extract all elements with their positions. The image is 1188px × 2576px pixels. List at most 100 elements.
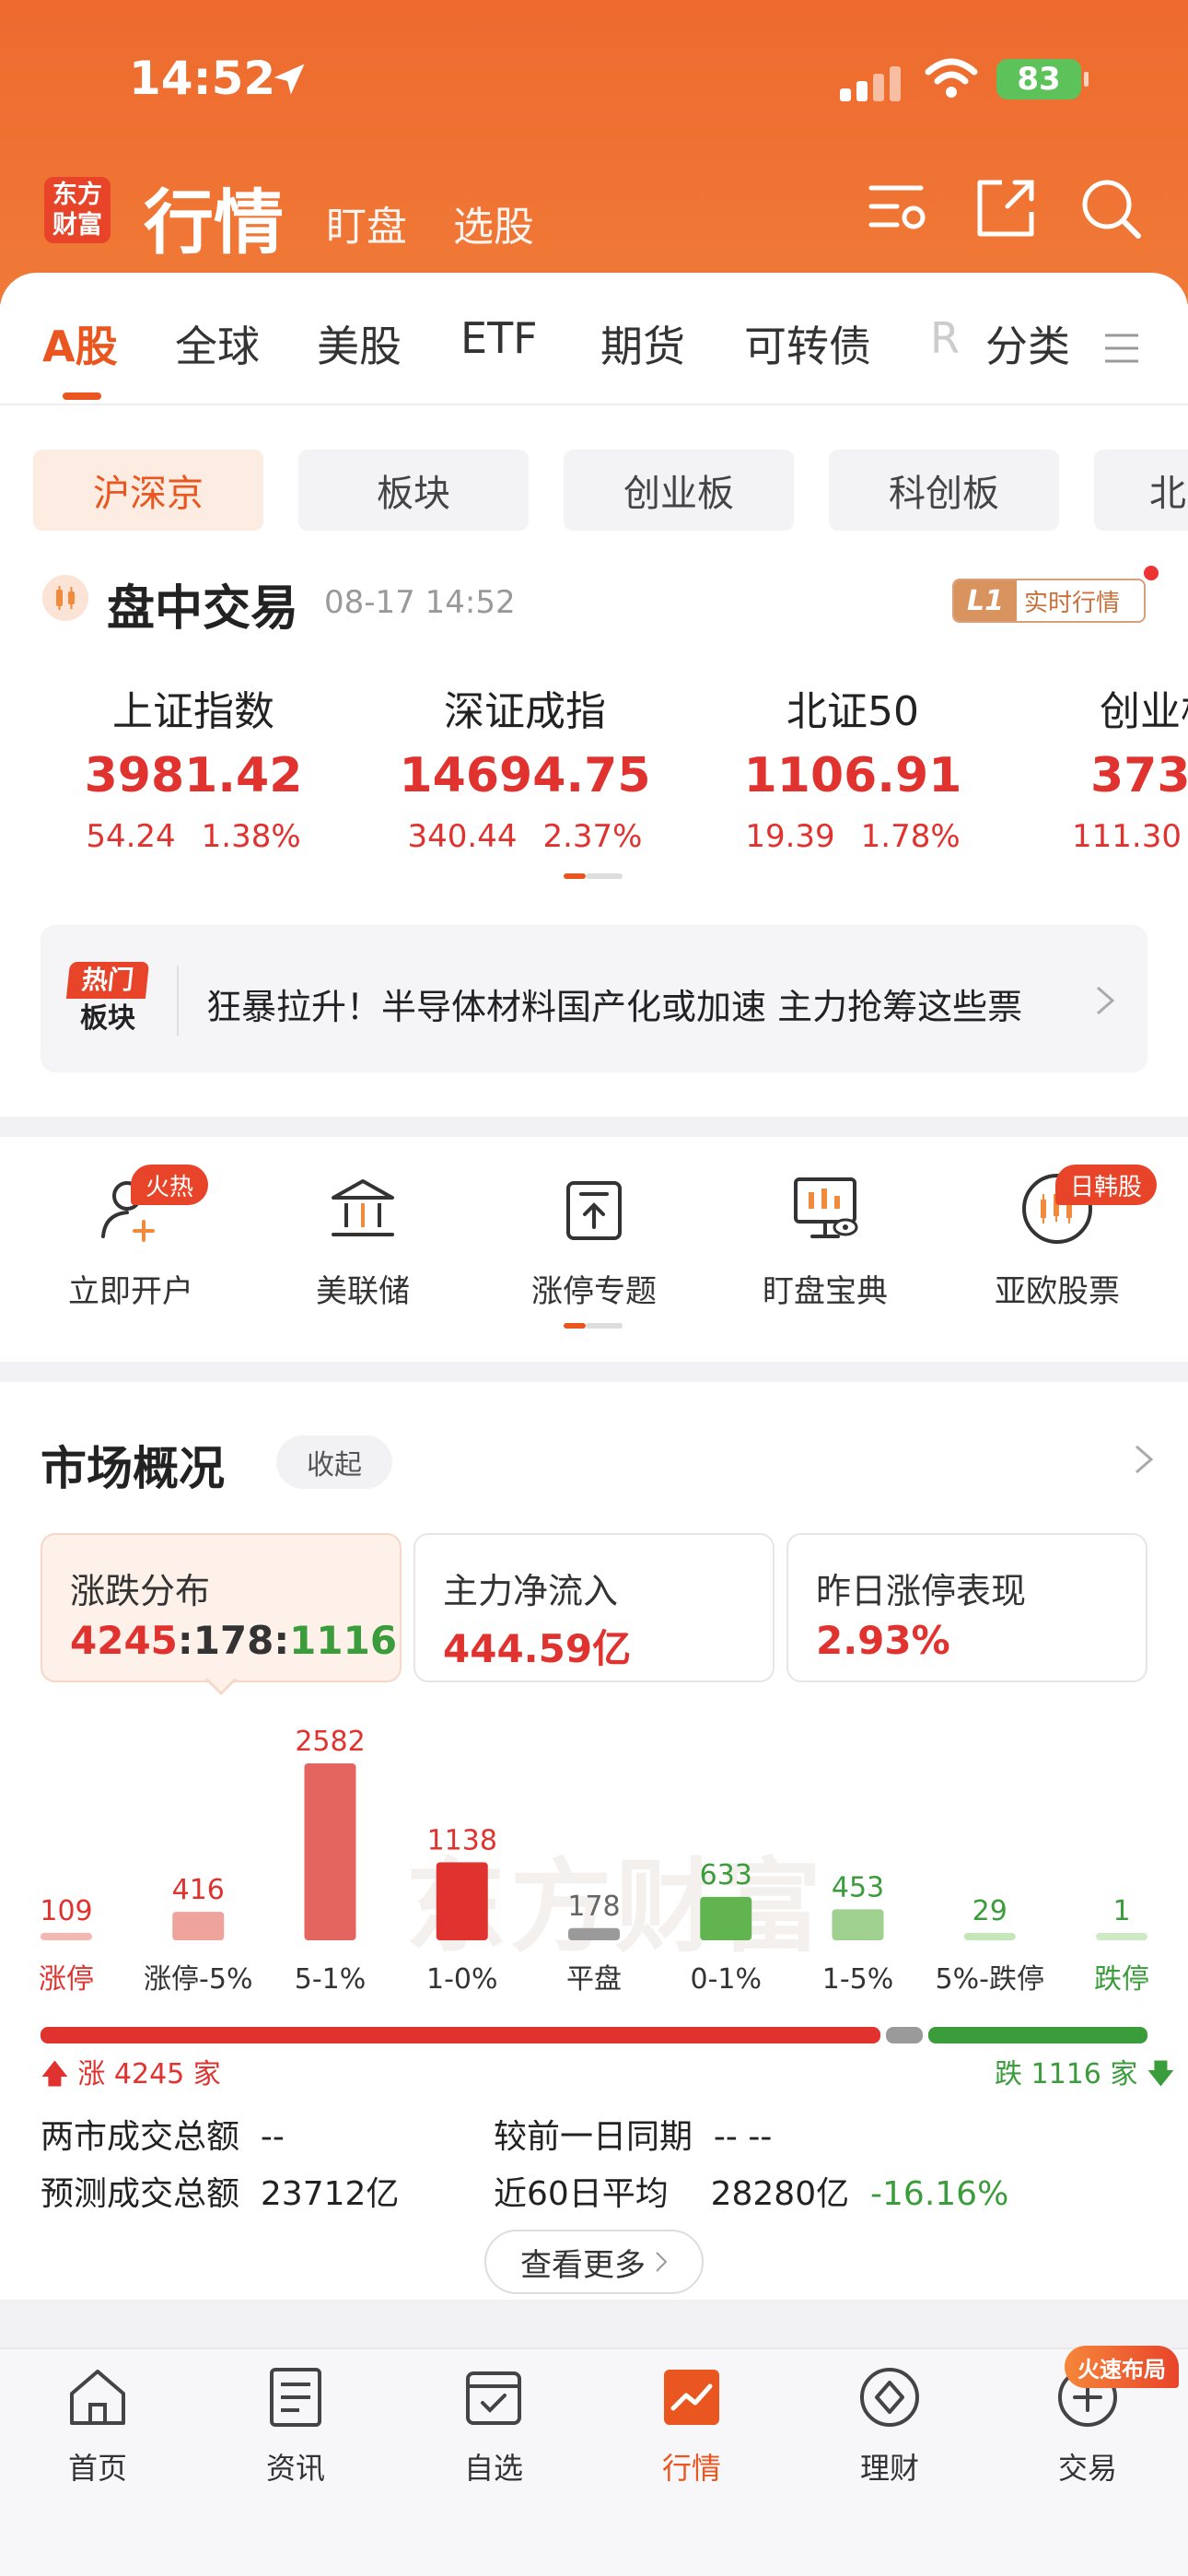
search-icon[interactable]: [1076, 173, 1146, 243]
section-gap: [0, 1362, 1188, 1382]
entry-monitor-guide[interactable]: 盯盘宝典: [724, 1170, 926, 1311]
tab-futures[interactable]: 期货: [600, 313, 685, 374]
bar-6: [832, 1909, 884, 1940]
collapse-button[interactable]: 收起: [276, 1435, 392, 1489]
volume-avg-label: 近60日平均: [494, 2175, 669, 2213]
up-count-text: 涨 4245 家: [77, 2058, 221, 2090]
stat-value: 444.59亿: [443, 1626, 632, 1671]
index-card-sse[interactable]: 上证指数 3981.42 54.24 1.38%: [46, 678, 341, 855]
nav-home[interactable]: 首页: [15, 2362, 181, 2488]
wealth-icon: [860, 2368, 919, 2427]
up-count: 4245: [70, 1618, 178, 1663]
app-logo-text: 东方财富: [52, 181, 102, 240]
chevron-right-icon[interactable]: [1133, 1441, 1155, 1478]
category-label: 5%-跌停: [936, 1963, 1044, 1996]
tab-etf[interactable]: ETF: [460, 313, 538, 363]
ratio-up-segment: [41, 2027, 880, 2043]
chip-gem[interactable]: 创业板: [564, 450, 794, 531]
bar-2: [304, 1763, 356, 1940]
entry-fed[interactable]: 美联储: [262, 1170, 464, 1311]
chip-star-market[interactable]: 科创板: [829, 450, 1059, 531]
nav-news[interactable]: 资讯: [213, 2362, 379, 2488]
tab-overflow[interactable]: R: [930, 313, 960, 363]
category-label: 1-0%: [426, 1963, 498, 1996]
realtime-quote-badge[interactable]: L1 实时行情: [952, 579, 1146, 623]
entry-label: 盯盘宝典: [763, 1273, 888, 1310]
bar-3: [436, 1862, 488, 1940]
stat-card-distribution[interactable]: 涨跌分布 4245:178:1116: [41, 1533, 402, 1682]
nav-watchlist[interactable]: 自选: [411, 2362, 577, 2488]
bar-5: [700, 1896, 752, 1940]
volume-forecast-value: 23712亿: [260, 2175, 400, 2213]
flat-count: 178: [192, 1618, 274, 1663]
bar-value-label: 1: [1112, 1895, 1130, 1927]
market-tabs: A股 全球 美股 ETF 期货 可转债 分类: [0, 313, 1188, 405]
section-gap: [0, 1117, 1188, 1137]
status-time: 14:52: [129, 52, 276, 105]
bar-value-label: 1138: [427, 1824, 497, 1856]
bar-value-label: 416: [172, 1874, 225, 1906]
volume-forecast-label: 预测成交总额: [41, 2175, 240, 2213]
down-count-text: 跌 1116 家: [995, 2058, 1138, 2090]
nav-market[interactable]: 行情: [609, 2362, 775, 2488]
realtime-label: 实时行情: [1024, 589, 1121, 617]
volume-avg-row: 近60日平均 28280亿 -16.16%: [494, 2167, 1008, 2215]
stat-label: 涨跌分布: [70, 1571, 211, 1611]
entry-limit-up[interactable]: 涨停专题: [493, 1170, 695, 1311]
stat-value-distribution: 4245:178:1116: [70, 1618, 398, 1663]
entry-label: 涨停专题: [531, 1273, 657, 1310]
category-label: 1-5%: [822, 1963, 894, 1996]
nav-label: 交易: [1057, 2451, 1117, 2486]
tab-classify[interactable]: 分类: [985, 313, 1070, 374]
hot-sector-tag: 热门 板块: [65, 962, 150, 1041]
share-icon[interactable]: [971, 173, 1041, 243]
ratio-flat-segment: [885, 2027, 923, 2043]
stat-card-limit-up-performance[interactable]: 昨日涨停表现 2.93%: [786, 1533, 1147, 1682]
hot-tag-bottom: 板块: [80, 1002, 135, 1035]
category-label: 5-1%: [295, 1963, 367, 1996]
volume-prev-row: 较前一日同期 -- --: [494, 2110, 772, 2158]
session-time: 08-17 14:52: [324, 584, 516, 621]
index-change: 54.24: [86, 818, 176, 855]
active-tab-indicator: [63, 392, 101, 400]
tab-us-stocks[interactable]: 美股: [317, 313, 402, 374]
index-pager: [564, 873, 623, 879]
tab-a-share[interactable]: A股: [42, 313, 118, 374]
tab-global[interactable]: 全球: [175, 313, 260, 374]
settings-list-icon[interactable]: [866, 173, 936, 243]
down-count-label: 跌 1116 家 🡇: [995, 2058, 1175, 2090]
index-card-bse50[interactable]: 北证50 1106.91 19.39 1.78%: [705, 678, 1000, 855]
index-value: 3737: [1090, 748, 1188, 803]
tab-convertible-bonds[interactable]: 可转债: [744, 313, 871, 374]
index-change: 340.44: [407, 818, 518, 855]
hot-badge: 火热: [131, 1165, 209, 1205]
tab-watch[interactable]: 盯盘: [326, 193, 407, 252]
index-card-gem[interactable]: 创业板 3737 111.30: [1033, 678, 1188, 855]
index-pct: 1.38%: [201, 818, 301, 855]
index-card-szse[interactable]: 深证成指 14694.75 340.44 2.37%: [378, 678, 672, 855]
news-icon: [270, 2368, 321, 2427]
index-name: 北证50: [786, 688, 919, 735]
chip-beijing[interactable]: 北: [1094, 450, 1188, 531]
chip-hu-shen-jing[interactable]: 沪深京: [33, 450, 263, 531]
menu-icon[interactable]: [1101, 328, 1142, 369]
hot-sector-banner[interactable]: 热门 板块 狂暴拉升！半导体材料国产化或加速 主力抢筹这些票: [41, 925, 1147, 1072]
nav-label: 首页: [67, 2451, 127, 2486]
tab-stock-picker[interactable]: 选股: [453, 193, 534, 252]
entries-pager: [564, 1323, 623, 1329]
nav-wealth[interactable]: 理财: [807, 2362, 973, 2488]
limit-up-icon: [566, 1181, 622, 1240]
stat-card-main-inflow[interactable]: 主力净流入 444.59亿: [413, 1533, 775, 1682]
category-label: 0-1%: [690, 1963, 762, 1996]
distribution-bar-chart: 109 涨停 416 涨停-5% 2582 5-1% 1138 1-0% 178 平盘 633 0-1…: [39, 1726, 1149, 1996]
chip-sector[interactable]: 板块: [298, 450, 529, 531]
view-more-button[interactable]: 查看更多: [484, 2230, 704, 2294]
home-icon: [70, 2370, 125, 2425]
stat-label: 昨日涨停表现: [816, 1571, 1027, 1611]
ratio-down-segment: [927, 2027, 1147, 2043]
category-label: 平盘: [566, 1963, 622, 1996]
index-value: 14694.75: [399, 748, 651, 803]
l1-label: L1: [954, 580, 1017, 621]
index-pct: 2.37%: [542, 818, 643, 855]
category-label: 跌停: [1094, 1963, 1149, 1996]
